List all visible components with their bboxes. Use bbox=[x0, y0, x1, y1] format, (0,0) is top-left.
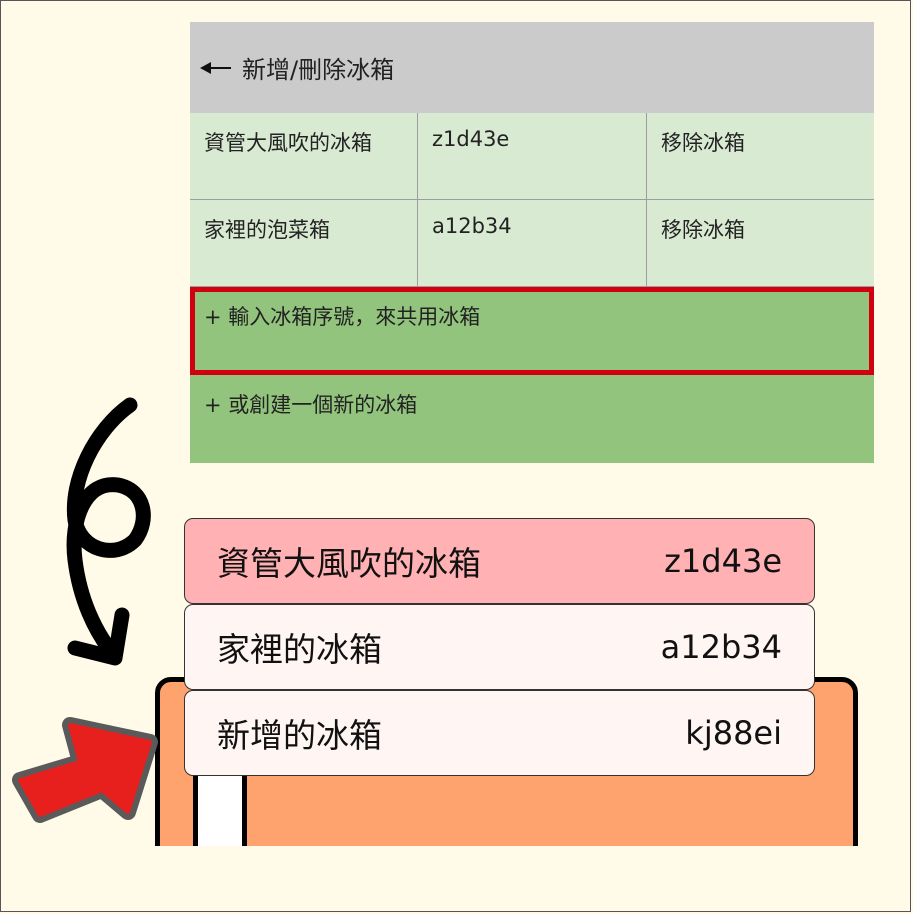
curly-arrow-icon bbox=[66, 397, 151, 666]
red-pointer-arrow-icon bbox=[12, 717, 158, 823]
